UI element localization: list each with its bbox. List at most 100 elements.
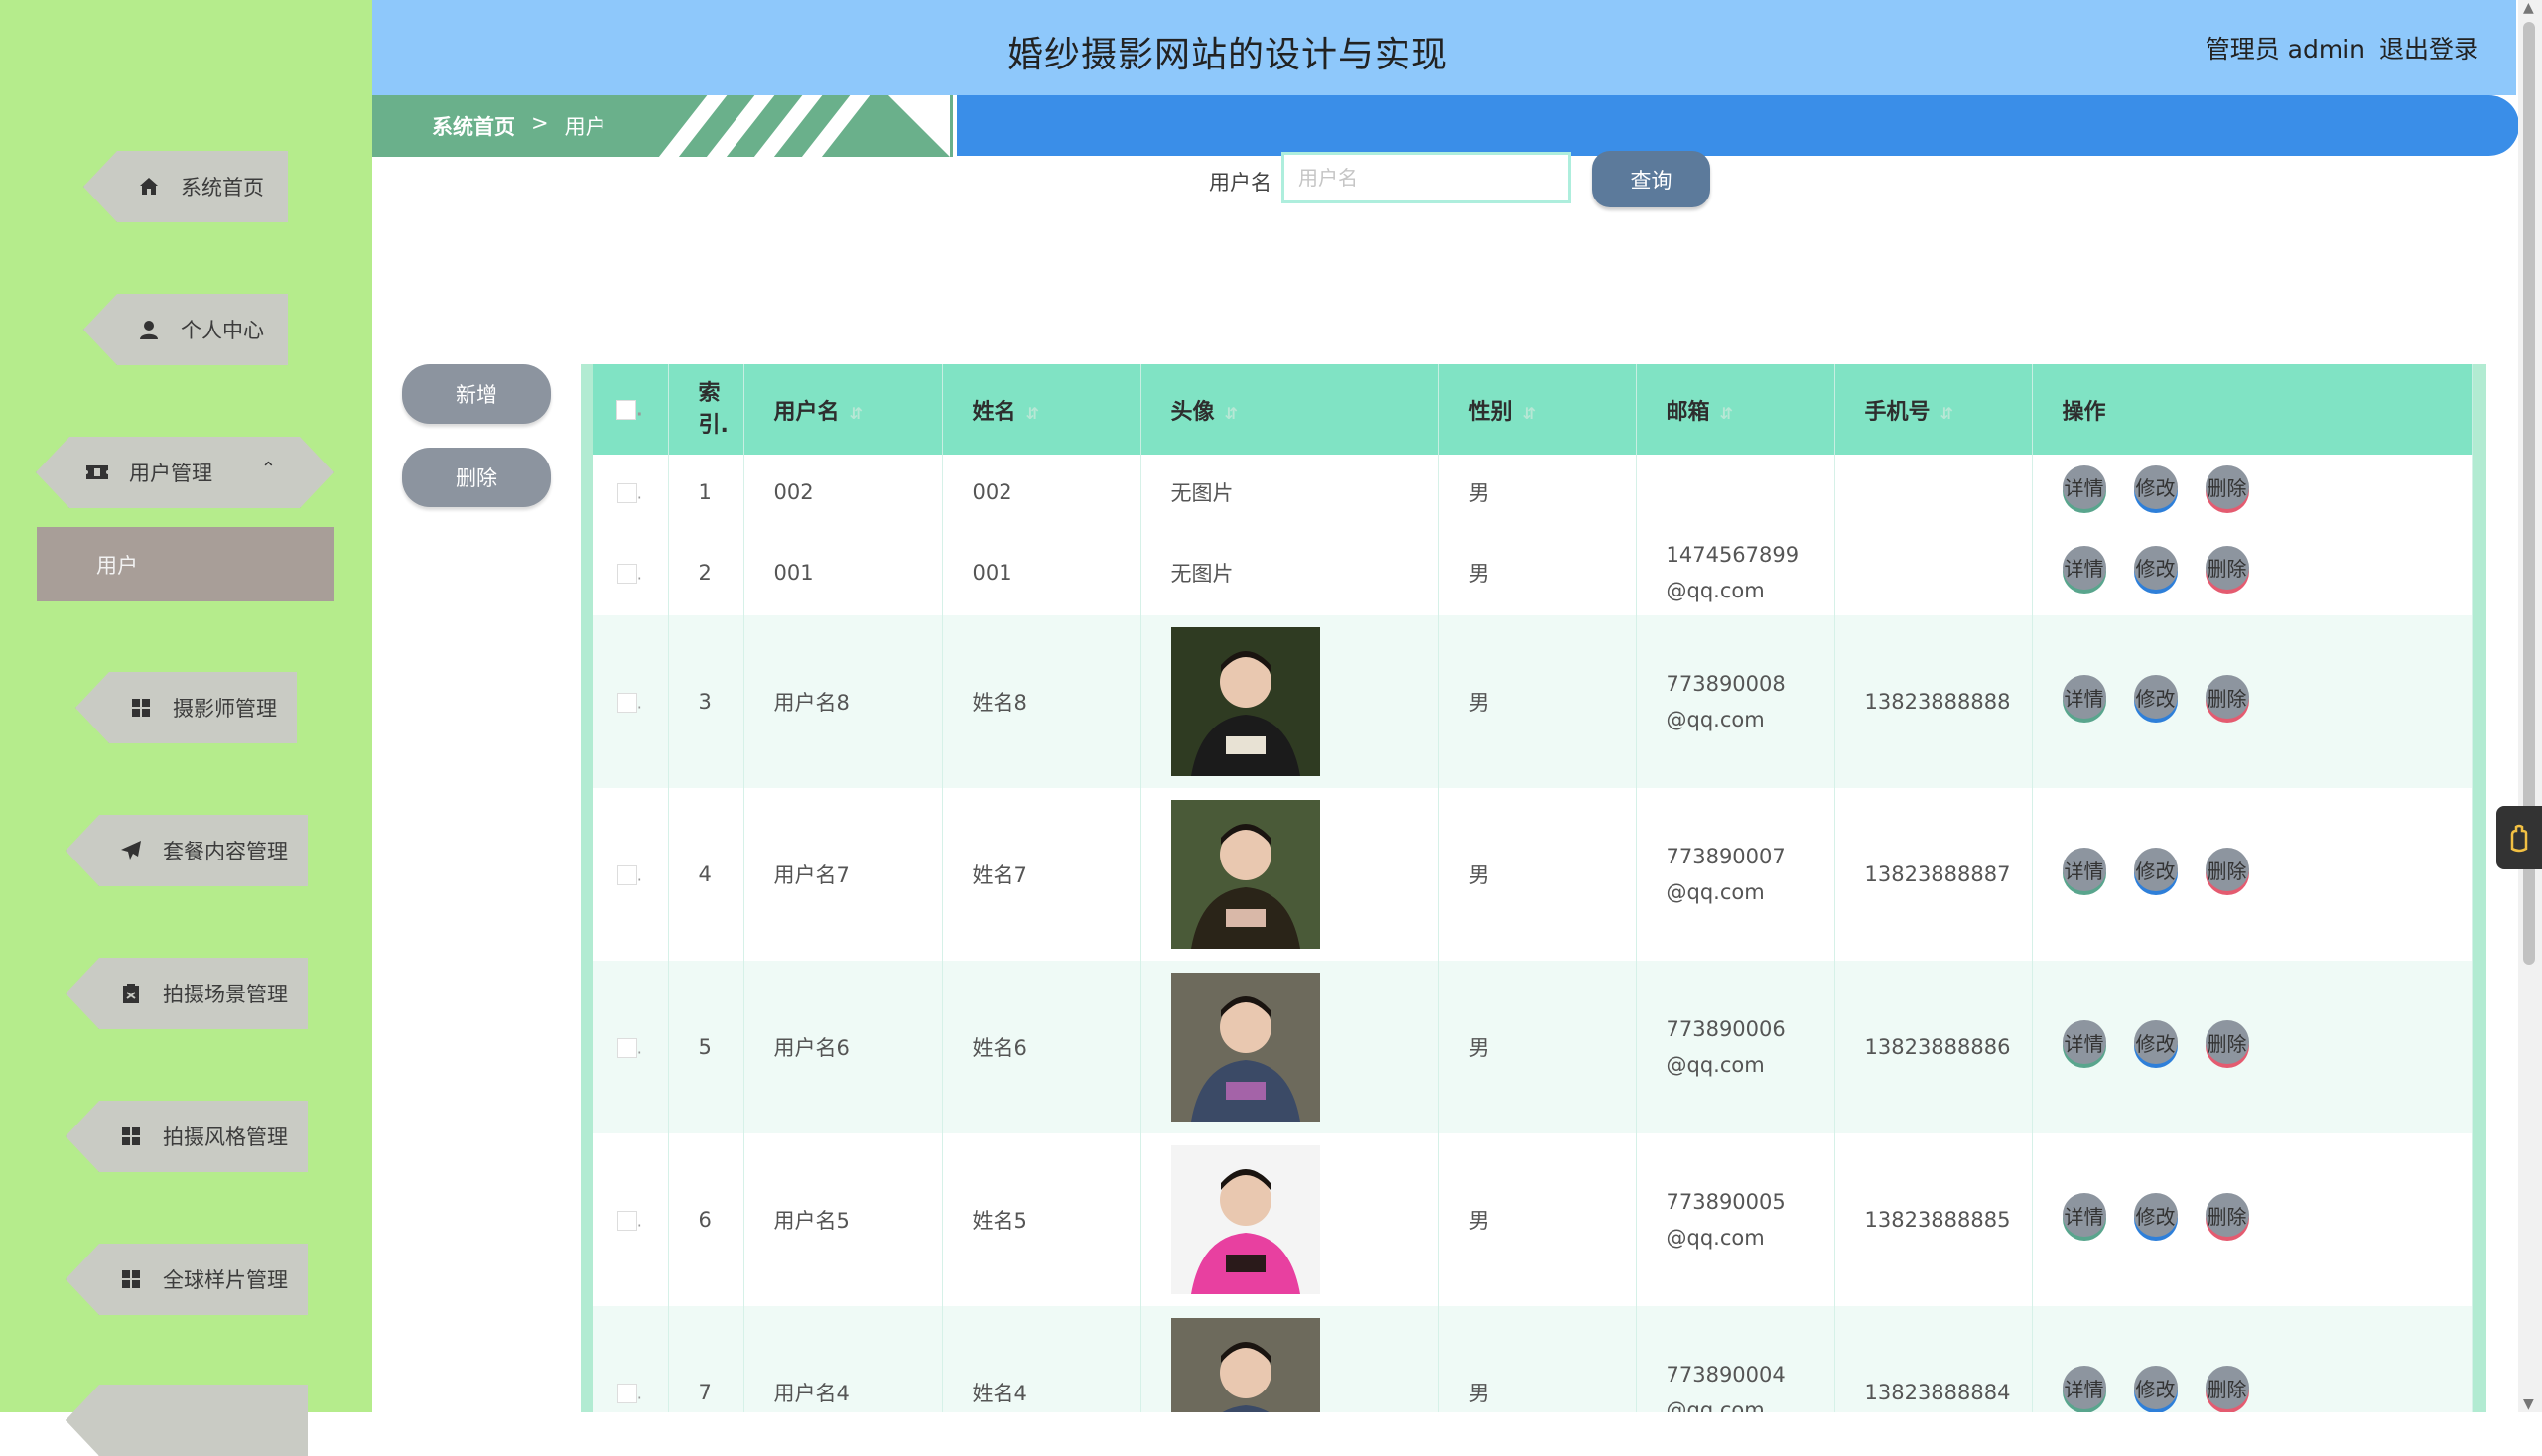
select-all-checkbox[interactable]	[616, 400, 637, 420]
edit-button[interactable]: 修改	[2133, 1020, 2178, 1064]
sort-icon[interactable]: ⇵	[1026, 404, 1039, 423]
breadcrumb-home[interactable]: 系统首页	[432, 111, 515, 141]
column-header-avatar[interactable]: 头像 ⇵	[1140, 364, 1439, 455]
row-checkbox[interactable]	[616, 1384, 637, 1403]
sidebar-item-profile[interactable]: 个人中心	[83, 294, 288, 365]
row-delete-button[interactable]: 删除	[2205, 1366, 2249, 1409]
row-select-cell: .	[593, 1133, 669, 1306]
cell-email	[1636, 455, 1835, 529]
cell-index: 4	[668, 788, 744, 961]
avatar-image[interactable]	[1170, 800, 1320, 949]
row-delete-button[interactable]: 删除	[2205, 1020, 2249, 1064]
sort-icon[interactable]: ⇵	[1940, 404, 1953, 423]
cell-avatar	[1140, 788, 1439, 961]
breadcrumb: 系统首页 > 用户	[432, 111, 606, 141]
edit-button[interactable]: 修改	[2133, 675, 2178, 719]
cell-name: 姓名6	[942, 961, 1141, 1133]
avatar-image[interactable]	[1170, 1318, 1320, 1412]
scroll-up-arrow-icon[interactable]: ▲	[2523, 0, 2534, 16]
column-header-gender[interactable]: 性别 ⇵	[1438, 364, 1637, 455]
avatar-image[interactable]	[1170, 1145, 1320, 1294]
cell-phone: 13823888888	[1834, 615, 2033, 788]
user-icon	[137, 318, 161, 341]
floating-tool-handle[interactable]	[2496, 806, 2542, 869]
column-header-phone[interactable]: 手机号 ⇵	[1834, 364, 2033, 455]
detail-button[interactable]: 详情	[2062, 1366, 2106, 1409]
cell-name: 姓名4	[942, 1306, 1141, 1412]
cell-gender: 男	[1438, 455, 1637, 529]
sidebar-item-label: 全球样片管理	[163, 1268, 288, 1292]
sort-icon[interactable]: ⇵	[850, 404, 863, 423]
row-delete-button[interactable]: 删除	[2205, 675, 2249, 719]
column-header-username[interactable]: 用户名 ⇵	[743, 364, 943, 455]
header-label: 用户名	[773, 399, 840, 425]
sidebar-item-scene[interactable]: 拍摄场景管理	[66, 958, 308, 1029]
row-delete-button[interactable]: 删除	[2205, 545, 2249, 590]
cell-avatar: 无图片	[1140, 455, 1439, 529]
cell-gender: 男	[1438, 615, 1637, 788]
detail-button[interactable]: 详情	[2062, 1193, 2106, 1237]
detail-button[interactable]: 详情	[2062, 675, 2106, 719]
username-search-input[interactable]	[1281, 152, 1571, 203]
avatar-image[interactable]	[1170, 627, 1320, 776]
delete-button[interactable]: 删除	[402, 448, 551, 507]
add-button[interactable]: 新增	[402, 364, 551, 424]
sidebar-item-home[interactable]: 系统首页	[83, 151, 288, 222]
grid-icon	[129, 696, 153, 720]
row-checkbox[interactable]	[616, 1211, 637, 1231]
row-checkbox[interactable]	[616, 1038, 637, 1058]
sidebar-item-label: 套餐内容管理	[163, 840, 288, 863]
row-checkbox[interactable]	[616, 865, 637, 885]
row-delete-button[interactable]: 删除	[2205, 848, 2249, 891]
sidebar: 系统首页 个人中心 用户管理 ⌃ 用户 摄影师管理 套餐内容管理 拍摄场景管理	[0, 0, 372, 1456]
cell-actions: 详情 修改 删除	[2032, 1133, 2473, 1306]
cell-index: 7	[668, 1306, 744, 1412]
edit-button[interactable]: 修改	[2133, 464, 2178, 509]
admin-label: 管理员 admin	[2205, 35, 2365, 64]
sidebar-subitem-user[interactable]: 用户	[37, 527, 334, 601]
sidebar-item-photographer[interactable]: 摄影师管理	[75, 672, 297, 743]
sidebar-item-label: 用户管理	[129, 462, 212, 485]
page-scrollbar[interactable]: ▲ ▼	[2518, 0, 2542, 1412]
search-button[interactable]: 查询	[1592, 151, 1710, 207]
sidebar-item-user-management[interactable]: 用户管理 ⌃	[36, 437, 334, 508]
table-row: . 4 用户名7 姓名7 男 773890007@qq.com 13823888887 详情修…	[593, 788, 2473, 961]
cell-avatar	[1140, 615, 1439, 788]
sort-icon[interactable]: ⇵	[1225, 404, 1238, 423]
sidebar-item-package[interactable]: 套餐内容管理	[66, 815, 308, 886]
grid-icon	[119, 1267, 143, 1291]
scroll-down-arrow-icon[interactable]: ▼	[2523, 1396, 2534, 1412]
table-row: . 2 001 001 无图片男 1474567899@qq.com 详情 修改 删除	[593, 529, 2473, 615]
sidebar-item-samples[interactable]: 全球样片管理	[66, 1244, 308, 1315]
sidebar-item-style[interactable]: 拍摄风格管理	[66, 1101, 308, 1172]
email-text: 773890006@qq.com	[1666, 1017, 1786, 1077]
column-header-email[interactable]: 邮箱 ⇵	[1636, 364, 1835, 455]
detail-button[interactable]: 详情	[2062, 848, 2106, 891]
cell-name: 姓名8	[942, 615, 1141, 788]
edit-button[interactable]: 修改	[2133, 1366, 2178, 1409]
edit-button[interactable]: 修改	[2133, 545, 2178, 590]
cell-gender: 男	[1438, 529, 1637, 615]
header-label: 头像	[1170, 399, 1215, 425]
sidebar-item-label: 拍摄风格管理	[163, 1125, 288, 1149]
header-label: 姓名	[972, 399, 1016, 425]
avatar-image[interactable]	[1170, 973, 1320, 1122]
row-delete-button[interactable]: 删除	[2205, 1193, 2249, 1237]
cell-actions: 详情 修改 删除	[2032, 615, 2473, 788]
row-checkbox[interactable]	[616, 482, 637, 503]
sidebar-item-more[interactable]	[66, 1385, 308, 1456]
detail-button[interactable]: 详情	[2062, 545, 2106, 590]
sort-icon[interactable]: ⇵	[1523, 404, 1536, 423]
edit-button[interactable]: 修改	[2133, 848, 2178, 891]
row-checkbox[interactable]	[616, 693, 637, 713]
edit-button[interactable]: 修改	[2133, 1193, 2178, 1237]
chevron-up-icon: ⌃	[260, 459, 276, 479]
column-header-name[interactable]: 姓名 ⇵	[942, 364, 1141, 455]
logout-link[interactable]: 退出登录	[2379, 30, 2478, 66]
sidebar-item-label: 摄影师管理	[173, 697, 277, 721]
detail-button[interactable]: 详情	[2062, 464, 2106, 509]
detail-button[interactable]: 详情	[2062, 1020, 2106, 1064]
sort-icon[interactable]: ⇵	[1720, 404, 1733, 423]
row-delete-button[interactable]: 删除	[2205, 464, 2249, 509]
row-checkbox[interactable]	[616, 563, 637, 584]
